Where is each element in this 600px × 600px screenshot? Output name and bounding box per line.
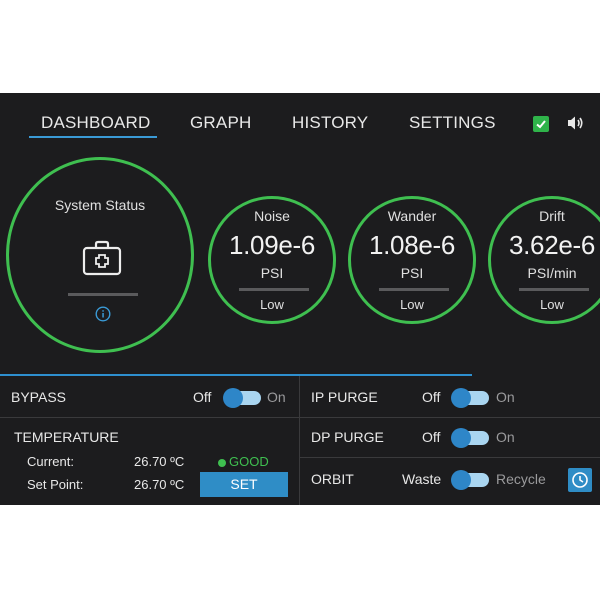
bypass-on-label: On	[267, 389, 286, 405]
row-divider	[0, 417, 600, 418]
dp-purge-off-label: Off	[422, 429, 441, 445]
ip-purge-on-label: On	[496, 389, 515, 405]
orbit-label: ORBIT	[311, 471, 354, 487]
gauge-unit: PSI	[260, 265, 284, 281]
orbit-waste-label: Waste	[402, 471, 442, 487]
current-temp-value: 26.70 ºC	[134, 454, 185, 469]
setpoint-value: 26.70 ºC	[134, 477, 185, 492]
gauge-unit: PSI	[400, 265, 424, 281]
ip-purge-off-label: Off	[422, 389, 441, 405]
tab-settings[interactable]: SETTINGS	[409, 113, 496, 133]
gauge-title: Wander	[387, 208, 437, 224]
bypass-label: BYPASS	[11, 389, 66, 405]
drift-gauge[interactable]: Drift 3.62e-6 PSI/min Low	[488, 196, 600, 324]
gauge-title: Drift	[539, 208, 565, 224]
bypass-off-label: Off	[193, 389, 212, 405]
set-button[interactable]: SET	[200, 472, 288, 497]
dp-purge-toggle[interactable]	[451, 428, 489, 448]
medical-kit-icon	[82, 240, 122, 281]
active-tab-indicator	[29, 136, 157, 138]
bypass-toggle[interactable]	[223, 388, 261, 408]
check-icon[interactable]	[533, 116, 549, 132]
gauge-level: Low	[400, 297, 424, 312]
toggle-knob[interactable]	[451, 428, 471, 448]
system-status-panel[interactable]: System Status	[6, 157, 194, 353]
info-icon[interactable]	[95, 306, 111, 327]
setpoint-label: Set Point:	[27, 477, 84, 492]
clock-icon[interactable]	[568, 468, 592, 492]
gauge-level: Low	[260, 297, 284, 312]
gauge-unit: PSI/min	[527, 265, 577, 281]
gauge-level: Low	[540, 297, 564, 312]
temperature-label: TEMPERATURE	[14, 429, 119, 445]
gauge-value: 3.62e-6	[508, 230, 596, 260]
orbit-recycle-label: Recycle	[496, 471, 546, 487]
toggle-knob[interactable]	[451, 470, 471, 490]
dp-purge-label: DP PURGE	[311, 429, 384, 445]
device-screen: DASHBOARD GRAPH HISTORY SETTINGS System …	[0, 93, 600, 505]
toggle-knob[interactable]	[223, 388, 243, 408]
orbit-toggle[interactable]	[451, 470, 489, 490]
gauge-bar	[379, 288, 449, 291]
dp-purge-on-label: On	[496, 429, 515, 445]
gauge-title: Noise	[254, 208, 290, 224]
section-divider	[0, 374, 472, 376]
speaker-icon[interactable]	[567, 115, 585, 136]
toggle-knob[interactable]	[451, 388, 471, 408]
wander-gauge[interactable]: Wander 1.08e-6 PSI Low	[348, 196, 476, 324]
system-status-title: System Status	[54, 197, 146, 213]
tab-dashboard[interactable]: DASHBOARD	[41, 113, 151, 133]
temp-status: GOOD	[229, 454, 269, 469]
current-temp-label: Current:	[27, 454, 74, 469]
status-bar	[68, 293, 138, 296]
noise-gauge[interactable]: Noise 1.09e-6 PSI Low	[208, 196, 336, 324]
tab-graph[interactable]: GRAPH	[190, 113, 251, 133]
ip-purge-label: IP PURGE	[311, 389, 378, 405]
tab-history[interactable]: HISTORY	[292, 113, 368, 133]
gauge-bar	[519, 288, 589, 291]
gauge-value: 1.08e-6	[368, 230, 456, 260]
good-status-dot	[218, 459, 226, 467]
row-divider	[300, 457, 600, 458]
gauge-value: 1.09e-6	[228, 230, 316, 260]
ip-purge-toggle[interactable]	[451, 388, 489, 408]
column-divider	[299, 376, 300, 505]
gauge-bar	[239, 288, 309, 291]
